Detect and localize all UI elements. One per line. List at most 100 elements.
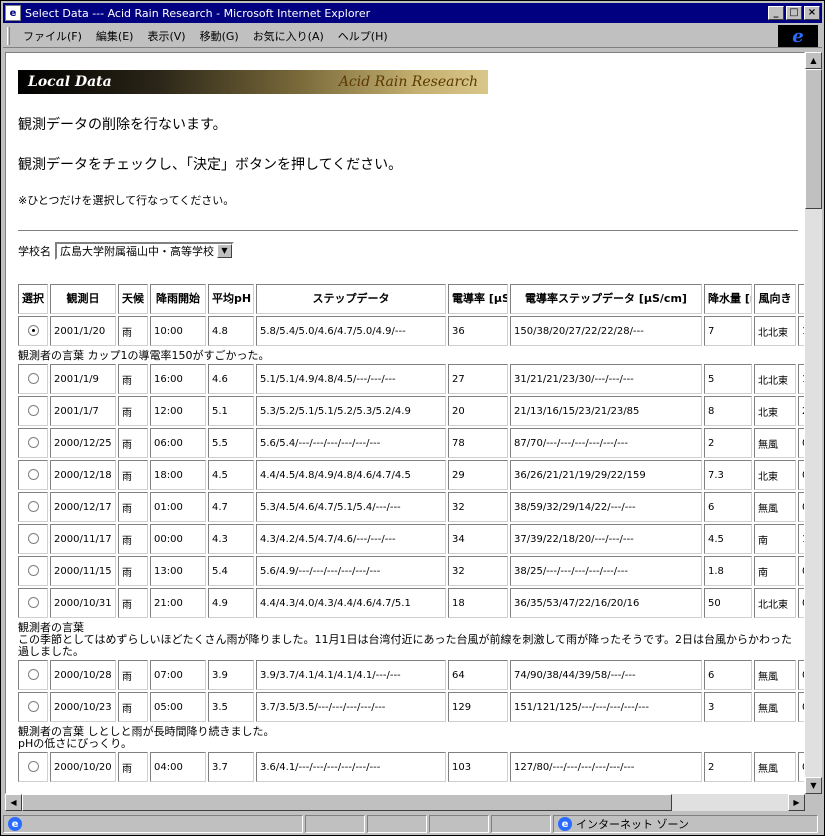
table-row: 2000/11/15 雨 13:00 5.4 5.6/4.9/---/---/---/-…: [18, 556, 804, 586]
status-cell-2: [305, 815, 365, 833]
cell-cond: 78: [448, 428, 508, 458]
school-select-value: 広島大学附属福山中・高等学校: [60, 245, 214, 258]
row-select-radio[interactable]: [27, 761, 39, 773]
status-bar: e e インターネット ゾーン: [3, 814, 822, 834]
cell-date: 2001/1/9: [50, 364, 116, 394]
vertical-scrollbar[interactable]: ▲ ▼: [805, 52, 822, 794]
cell-step: 5.6/4.9/---/---/---/---/---/---: [256, 556, 446, 586]
cell-start: 18:00: [150, 460, 206, 490]
menu-go[interactable]: 移動(G): [193, 26, 246, 46]
school-label: 学校名: [18, 245, 51, 258]
cell-cond: 32: [448, 556, 508, 586]
cell-rain: 7: [704, 316, 752, 346]
menu-help[interactable]: ヘルプ(H): [331, 26, 395, 46]
row-select-radio[interactable]: [27, 325, 39, 337]
cell-date: 2000/10/31: [50, 588, 116, 618]
cell-start: 12:00: [150, 396, 206, 426]
row-select-radio[interactable]: [27, 469, 39, 481]
cell-start: 10:00: [150, 316, 206, 346]
row-select-radio[interactable]: [27, 701, 39, 713]
cell-step: 3.7/3.5/3.5/---/---/---/---/---: [256, 692, 446, 722]
maximize-button[interactable]: □: [786, 6, 802, 20]
banner: Local Data Acid Rain Research: [18, 70, 488, 94]
horizontal-scroll-thumb[interactable]: [22, 794, 672, 811]
row-select-radio[interactable]: [27, 533, 39, 545]
cell-date: 2000/11/17: [50, 524, 116, 554]
row-select-radio[interactable]: [27, 405, 39, 417]
cell-cond-step: 127/80/---/---/---/---/---/---: [510, 752, 702, 782]
cell-rain: 4.5: [704, 524, 752, 554]
select-cell: [18, 428, 48, 458]
cell-ph: 4.5: [208, 460, 254, 490]
menu-favorites[interactable]: お気に入り(A): [246, 26, 331, 46]
page-status-icon: e: [8, 817, 22, 831]
cell-wind2: 1.: [798, 364, 804, 394]
school-select[interactable]: 広島大学附属福山中・高等学校 ▼: [55, 242, 234, 260]
cell-ph: 4.8: [208, 316, 254, 346]
cell-ph: 3.9: [208, 660, 254, 690]
ie-page-icon[interactable]: e: [5, 5, 21, 21]
cell-date: 2001/1/7: [50, 396, 116, 426]
scroll-right-icon[interactable]: ▶: [788, 794, 805, 811]
vertical-scroll-thumb[interactable]: [805, 69, 822, 209]
cell-date: 2000/12/18: [50, 460, 116, 490]
status-cell-4: [429, 815, 489, 833]
cell-wind: 無風: [754, 428, 796, 458]
cell-cond: 18: [448, 588, 508, 618]
chevron-down-icon[interactable]: ▼: [217, 244, 232, 258]
cell-wind2: 0.: [798, 460, 804, 490]
cell-start: 06:00: [150, 428, 206, 458]
scroll-left-icon[interactable]: ◀: [5, 794, 22, 811]
cell-ph: 5.5: [208, 428, 254, 458]
menu-bar: ファイル(F) 編集(E) 表示(V) 移動(G) お気に入り(A) ヘルプ(H…: [3, 24, 822, 48]
cell-wind: 無風: [754, 752, 796, 782]
row-select-radio[interactable]: [27, 501, 39, 513]
row-select-radio[interactable]: [27, 669, 39, 681]
close-button[interactable]: ×: [804, 6, 820, 20]
scroll-up-icon[interactable]: ▲: [805, 52, 822, 69]
toolbar-grip[interactable]: [7, 26, 10, 45]
header-ph: 平均pH: [208, 284, 254, 314]
cell-step: 3.6/4.1/---/---/---/---/---/---: [256, 752, 446, 782]
cell-wind2: 0: [798, 492, 804, 522]
table-row: 2000/12/25 雨 06:00 5.5 5.6/5.4/---/---/---/-…: [18, 428, 804, 458]
banner-title: Local Data: [28, 74, 112, 90]
minimize-button[interactable]: _: [768, 6, 784, 20]
cell-rain: 6: [704, 492, 752, 522]
header-wind-speed: 風: [798, 284, 804, 314]
menu-view[interactable]: 表示(V): [140, 26, 192, 46]
cell-wind2: 0: [798, 660, 804, 690]
cell-weather: 雨: [118, 660, 148, 690]
row-select-radio[interactable]: [27, 437, 39, 449]
window-title: Select Data --- Acid Rain Research - Mic…: [25, 6, 371, 20]
cell-cond: 32: [448, 492, 508, 522]
cell-ph: 3.5: [208, 692, 254, 722]
cell-cond-step: 31/21/21/23/30/---/---/---: [510, 364, 702, 394]
select-cell: [18, 752, 48, 782]
cell-weather: 雨: [118, 556, 148, 586]
horizontal-scrollbar[interactable]: ◀ ▶: [5, 794, 805, 811]
row-select-radio[interactable]: [27, 597, 39, 609]
page-content: Local Data Acid Rain Research 観測データの削除を行…: [18, 70, 804, 784]
menu-edit[interactable]: 編集(E): [89, 26, 141, 46]
menu-file[interactable]: ファイル(F): [16, 26, 89, 46]
header-select: 選択: [18, 284, 48, 314]
row-select-radio[interactable]: [27, 373, 39, 385]
page-heading: 観測データの削除を行ないます。: [18, 117, 227, 133]
ie-logo-icon: e: [778, 25, 818, 47]
cell-wind: 北北東: [754, 364, 796, 394]
cell-wind: 北東: [754, 460, 796, 490]
select-cell: [18, 524, 48, 554]
cell-weather: 雨: [118, 316, 148, 346]
cell-cond-step: 150/38/20/27/22/22/28/---: [510, 316, 702, 346]
cell-start: 00:00: [150, 524, 206, 554]
cell-weather: 雨: [118, 588, 148, 618]
table-row: 2001/1/9 雨 16:00 4.6 5.1/5.1/4.9/4.8/4.5/---…: [18, 364, 804, 394]
cell-weather: 雨: [118, 364, 148, 394]
row-select-radio[interactable]: [27, 565, 39, 577]
comment-row: 観測者の言葉 しとしと雨が長時間降り続きました。 pHの低さにびっくり。: [18, 724, 804, 750]
cell-weather: 雨: [118, 492, 148, 522]
cell-step: 4.4/4.3/4.0/4.3/4.4/4.6/4.7/5.1: [256, 588, 446, 618]
cell-ph: 4.3: [208, 524, 254, 554]
scroll-down-icon[interactable]: ▼: [805, 777, 822, 794]
